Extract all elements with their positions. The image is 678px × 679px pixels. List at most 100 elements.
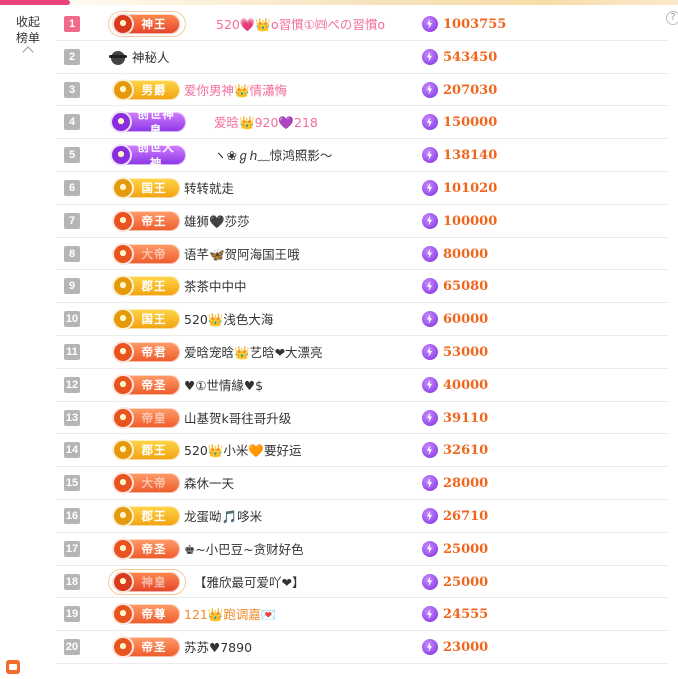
leaderboard-row[interactable]: 16 郡王 龙蛋呦🎵哆米 26710 xyxy=(56,500,668,533)
rank-number: 13 xyxy=(64,409,80,426)
lightning-coin-icon xyxy=(422,212,438,229)
leaderboard-row[interactable]: 13 帝皇 山基贺k哥往哥升级 39110 xyxy=(56,402,668,435)
leaderboard-row[interactable]: 17 帝圣 ♚~小巴豆~贪财好色 25000 xyxy=(56,533,668,566)
user-name[interactable]: 苏苏♥7890 xyxy=(184,639,252,656)
rank-number: 19 xyxy=(64,606,80,623)
level-badge: 神皇 xyxy=(108,568,186,595)
leaderboard-row[interactable]: 5 创世大神 ヽ❀ℊℎ﹏惊鸿照影～ 138140 xyxy=(56,139,668,172)
leaderboard-row[interactable]: 19 帝尊 121👑跑调嘉💌 24555 xyxy=(56,598,668,632)
lightning-coin-icon xyxy=(422,147,438,164)
user-name[interactable]: 语芊🦋贺阿海国王哦 xyxy=(184,246,300,263)
badge-emblem-icon xyxy=(112,406,134,429)
badge-emblem-icon xyxy=(112,209,134,232)
level-badge: 神王 xyxy=(108,11,186,37)
level-badge: 帝圣 xyxy=(112,537,180,560)
user-name[interactable]: 森休一天 xyxy=(184,475,234,492)
rank-number: 14 xyxy=(64,442,80,459)
user-name[interactable]: 【雅欣最可爱吖❤】 xyxy=(194,574,304,591)
score-value: 28000 xyxy=(443,476,489,492)
level-badge: 大帝 xyxy=(112,472,180,495)
leaderboard-row[interactable]: 12 帝圣 ♥①世情緣♥$ 40000 xyxy=(56,369,668,402)
collapse-leaderboard-button[interactable]: 收起 榜单 xyxy=(8,14,48,58)
user-name[interactable]: 爱晗👑920💜218 xyxy=(214,114,318,131)
rank-number: 3 xyxy=(64,81,80,98)
badge-label: 帝圣 xyxy=(141,640,167,655)
collapse-label-line1: 收起 xyxy=(15,15,40,29)
rank-number: 17 xyxy=(64,540,80,557)
leaderboard-row[interactable]: 15 大帝 森休一天 28000 xyxy=(56,467,668,500)
leaderboard-row[interactable]: 8 大帝 语芊🦋贺阿海国王哦 80000 xyxy=(56,238,668,271)
badge-label: 大帝 xyxy=(141,246,167,261)
badge-emblem-icon xyxy=(112,504,134,527)
leaderboard-row[interactable]: 2 神秘人 543450 xyxy=(56,41,668,74)
user-name[interactable]: 520👑浅色大海 xyxy=(184,311,273,328)
level-badge: 帝君 xyxy=(112,340,180,363)
score-value: 23000 xyxy=(443,640,489,656)
user-name[interactable]: 神秘人 xyxy=(132,49,170,66)
rank-number: 12 xyxy=(64,376,80,393)
leaderboard-row[interactable]: 11 帝君 爱晗宠晗👑艺晗❤大漂亮 53000 xyxy=(56,336,668,369)
user-name[interactable]: 山基贺k哥往哥升级 xyxy=(184,410,291,427)
lightning-coin-icon xyxy=(422,606,438,623)
user-name[interactable]: 520💗👑o習慣①㈣ぺの習慣o xyxy=(216,16,385,33)
leaderboard-row[interactable]: 18 神皇 【雅欣最可爱吖❤】 25000 xyxy=(56,566,668,599)
badge-label: 帝尊 xyxy=(141,607,167,622)
badge-label: 国王 xyxy=(141,180,167,195)
rank-number: 10 xyxy=(64,311,80,328)
screen-icon[interactable] xyxy=(6,660,20,674)
lightning-coin-icon xyxy=(422,376,438,393)
badge-emblem-icon xyxy=(112,275,134,298)
rank-number: 4 xyxy=(64,114,80,131)
badge-label: 大帝 xyxy=(141,476,167,491)
rank-number: 8 xyxy=(64,245,80,262)
rank-number: 1 xyxy=(64,16,80,32)
user-name[interactable]: 雄狮🖤莎莎 xyxy=(184,213,250,230)
user-name[interactable]: 爱你男神👑情瀟悔 xyxy=(184,82,287,99)
level-badge: 帝圣 xyxy=(112,373,180,396)
badge-label: 神皇 xyxy=(141,574,167,589)
badge-label: 帝君 xyxy=(141,344,167,359)
badge-label: 郡王 xyxy=(141,443,167,458)
lightning-coin-icon xyxy=(422,179,438,196)
lightning-coin-icon xyxy=(422,311,438,328)
badge-label: 郡王 xyxy=(141,279,167,294)
lightning-coin-icon xyxy=(422,16,438,32)
lightning-coin-icon xyxy=(422,278,438,295)
user-name[interactable]: 520👑小米🧡要好运 xyxy=(184,442,302,459)
user-name[interactable]: 龙蛋呦🎵哆米 xyxy=(184,508,262,525)
user-name[interactable]: ♥①世情緣♥$ xyxy=(184,377,263,394)
score-value: 80000 xyxy=(443,246,489,262)
lightning-coin-icon xyxy=(422,409,438,426)
score-value: 24555 xyxy=(443,607,489,623)
badge-emblem-icon xyxy=(112,603,134,626)
user-name[interactable]: 121👑跑调嘉💌 xyxy=(184,606,277,623)
user-name[interactable]: ヽ❀ℊℎ﹏惊鸿照影～ xyxy=(214,147,332,164)
leaderboard-row[interactable]: 7 帝王 雄狮🖤莎莎 100000 xyxy=(56,205,668,238)
top-gradient-bar xyxy=(0,0,678,5)
user-name[interactable]: 茶茶中中中 xyxy=(184,278,247,295)
rank-number: 2 xyxy=(64,48,80,65)
badge-label: 帝王 xyxy=(141,213,167,228)
score-value: 207030 xyxy=(443,82,498,98)
user-name[interactable]: 转转就走 xyxy=(184,180,234,197)
rank-number: 7 xyxy=(64,212,80,229)
leaderboard-row[interactable]: 10 国王 520👑浅色大海 60000 xyxy=(56,303,668,336)
leaderboard-row[interactable]: 4 创世神皇 爱晗👑920💜218 150000 xyxy=(56,106,668,140)
leaderboard-row[interactable]: 20 帝圣 苏苏♥7890 23000 xyxy=(56,631,668,664)
leaderboard-row[interactable]: 14 郡王 520👑小米🧡要好运 32610 xyxy=(56,434,668,468)
lightning-coin-icon xyxy=(422,343,438,360)
score-value: 32610 xyxy=(443,443,489,459)
badge-emblem-icon xyxy=(112,340,134,363)
user-name[interactable]: ♚~小巴豆~贪财好色 xyxy=(184,541,304,558)
leaderboard-list: 1 神王 520💗👑o習慣①㈣ぺの習慣o 1003755 2 神秘人 54345… xyxy=(56,8,668,664)
leaderboard-row[interactable]: 9 郡王 茶茶中中中 65080 xyxy=(56,270,668,304)
badge-label: 国王 xyxy=(141,312,167,327)
leaderboard-row[interactable]: 6 国王 转转就走 101020 xyxy=(56,172,668,205)
lightning-coin-icon xyxy=(422,475,438,492)
user-name[interactable]: 爱晗宠晗👑艺晗❤大漂亮 xyxy=(184,344,323,361)
badge-label: 男爵 xyxy=(141,82,167,97)
rank-number: 16 xyxy=(64,507,80,524)
leaderboard-row[interactable]: 1 神王 520💗👑o習慣①㈣ぺの習慣o 1003755 xyxy=(56,8,668,41)
leaderboard-row[interactable]: 3 男爵 爱你男神👑情瀟悔 207030 xyxy=(56,74,668,107)
badge-emblem-icon xyxy=(112,78,134,101)
